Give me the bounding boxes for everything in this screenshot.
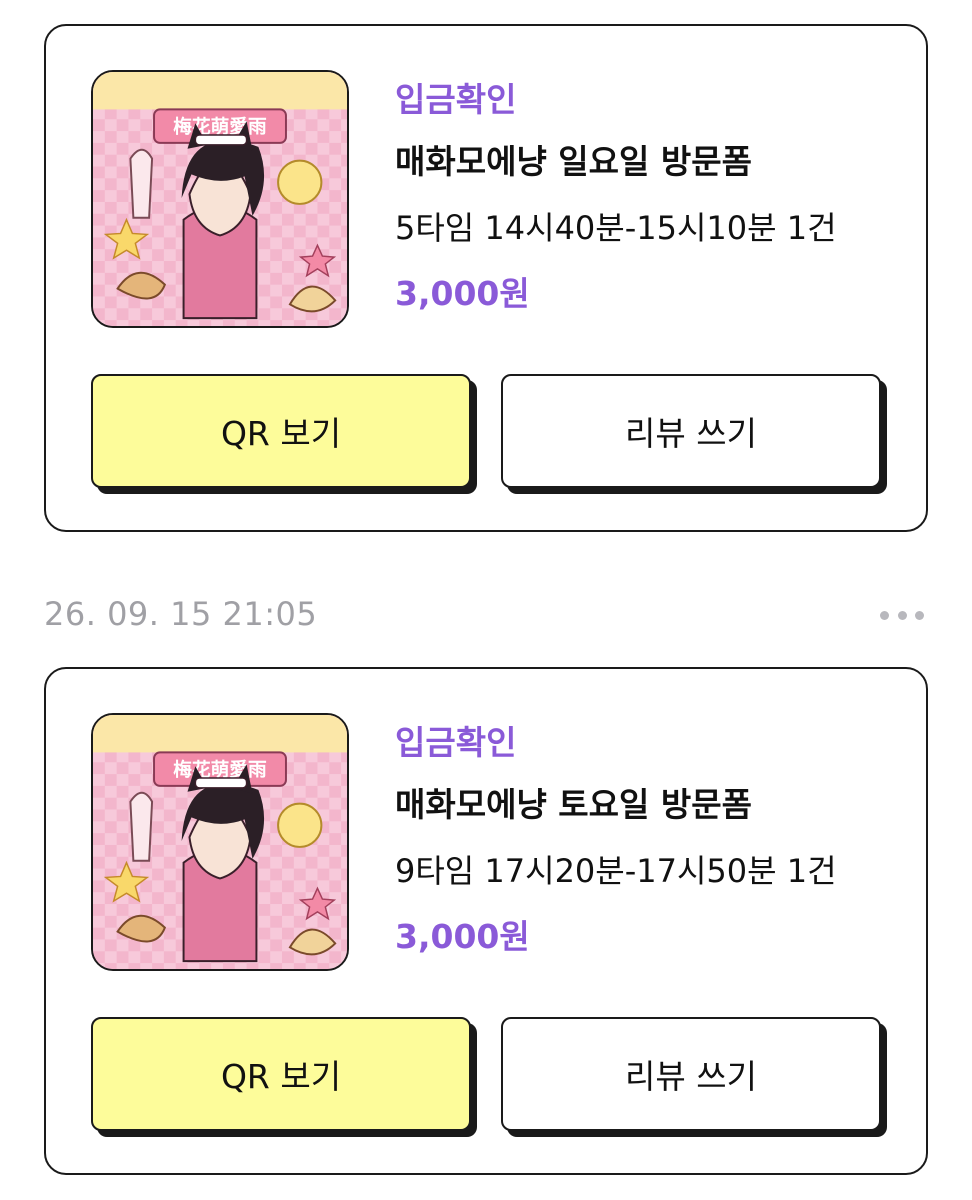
- product-thumbnail[interactable]: 梅花萌愛雨: [91, 70, 349, 328]
- payment-status: 입금확인: [395, 80, 517, 119]
- more-dot: [897, 610, 907, 620]
- payment-status: 입금확인: [395, 723, 517, 762]
- write-review-button[interactable]: 리뷰 쓰기: [501, 1017, 881, 1131]
- qr-view-button[interactable]: QR 보기: [91, 374, 471, 488]
- order-price: 3,000원: [395, 917, 530, 956]
- order-detail: 9타임 17시20분-17시50분 1건: [395, 852, 837, 890]
- product-illustration: 梅花萌愛雨: [93, 72, 347, 326]
- order-price: 3,000원: [395, 274, 530, 313]
- product-illustration: 梅花萌愛雨: [93, 715, 347, 969]
- more-dots-icon[interactable]: [880, 601, 924, 629]
- order-info: 입금확인 매화모에냥 토요일 방문폼 9타임 17시20분-17시50분 1건 …: [395, 721, 906, 959]
- order-card: 梅花萌愛雨 입금확인 매화모에냥 일요일 방문폼 5타임 14시40분-15시1…: [44, 24, 928, 532]
- order-info: 입금확인 매화모에냥 일요일 방문폼 5타임 14시40분-15시10분 1건 …: [395, 78, 906, 316]
- more-dot: [880, 610, 889, 620]
- qr-view-button[interactable]: QR 보기: [91, 1017, 471, 1131]
- more-dot: [915, 610, 924, 620]
- product-title[interactable]: 매화모에냥 토요일 방문폼: [395, 783, 906, 827]
- order-timestamp: 26. 09. 15 21:05: [44, 595, 318, 633]
- write-review-button[interactable]: 리뷰 쓰기: [501, 374, 881, 488]
- order-card: 梅花萌愛雨 입금확인 매화모에냥 토요일 방문폼 9타임 17시20분-17시5…: [44, 667, 928, 1175]
- product-title[interactable]: 매화모에냥 일요일 방문폼: [395, 140, 906, 184]
- product-thumbnail[interactable]: 梅花萌愛雨: [91, 713, 349, 971]
- order-detail: 5타임 14시40분-15시10분 1건: [395, 209, 837, 247]
